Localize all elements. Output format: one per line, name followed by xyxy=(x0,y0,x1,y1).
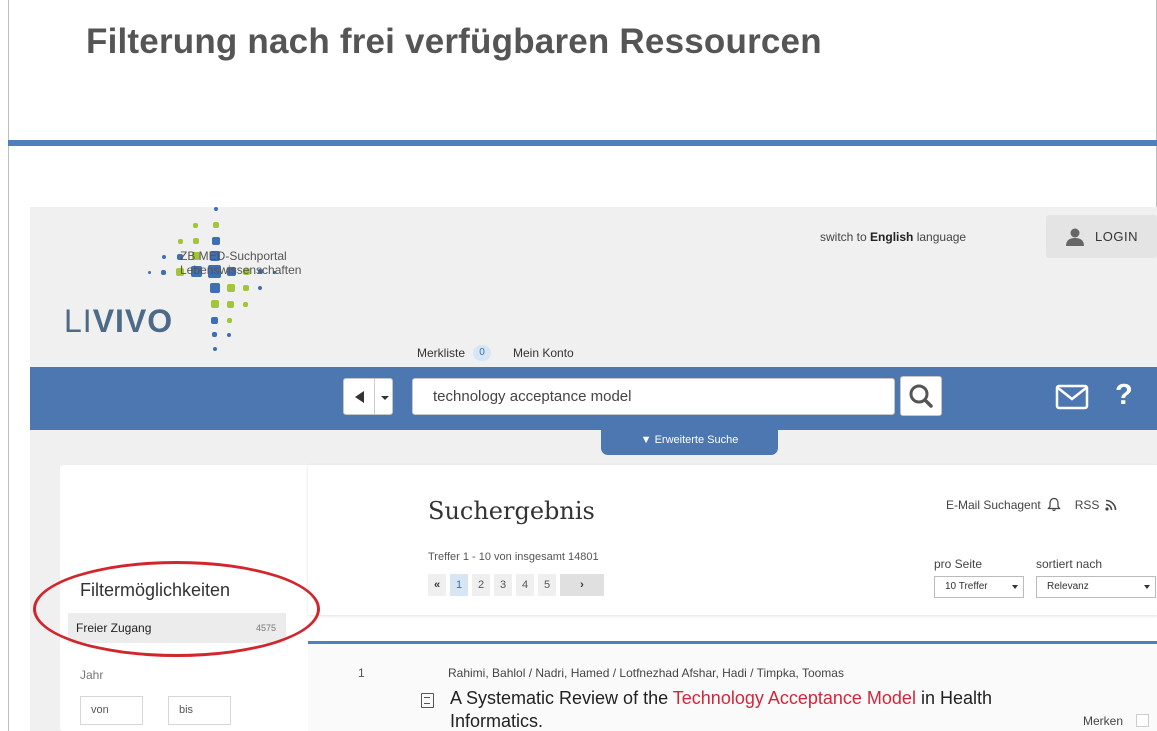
year-filter-label: Jahr xyxy=(80,668,104,682)
chevron-down-icon xyxy=(381,396,389,400)
record-number: 1 xyxy=(358,666,365,680)
search-history-dropdown[interactable] xyxy=(343,378,393,415)
account-nav: Merkliste 0 Mein Konto xyxy=(417,345,574,361)
slide-border-left xyxy=(8,0,9,731)
record-authors: Rahimi, Bahlol / Nadri, Hamed / Lotfnezh… xyxy=(448,666,844,680)
back-arrow-icon xyxy=(355,391,364,403)
pager-first[interactable]: « xyxy=(428,574,446,596)
help-button[interactable]: ? xyxy=(1115,379,1133,412)
slide-divider xyxy=(8,140,1157,146)
search-bar: technology acceptance model ? xyxy=(30,367,1157,430)
search-input[interactable]: technology acceptance model xyxy=(412,378,895,415)
livivo-screenshot: LIVIVO ZB MED-Suchportal Lebenswissensch… xyxy=(30,207,1157,731)
search-button[interactable] xyxy=(900,376,942,416)
filter-label: Freier Zugang xyxy=(76,621,152,635)
rss-link[interactable]: RSS xyxy=(1075,498,1100,512)
logo-dot xyxy=(148,271,151,274)
hit-count: Treffer 1 - 10 von insgesamt 14801 xyxy=(428,551,599,563)
results-header: Suchergebnis E-Mail Suchagent RSS Treffe… xyxy=(308,465,1157,615)
logo-dot xyxy=(210,283,220,293)
merken-label: Merken xyxy=(1082,714,1123,728)
year-to-input[interactable]: bis xyxy=(168,696,231,725)
logo-dot xyxy=(243,302,248,307)
logo-dot xyxy=(227,318,232,323)
mein-konto-link[interactable]: Mein Konto xyxy=(513,346,574,360)
logo-dot xyxy=(214,207,218,211)
email-agent-link[interactable]: E-Mail Suchagent xyxy=(946,498,1041,512)
site-header: LIVIVO ZB MED-Suchportal Lebenswissensch… xyxy=(30,207,1157,367)
pager-page[interactable]: 3 xyxy=(494,574,512,596)
divider xyxy=(374,379,375,414)
merkliste-link[interactable]: Merkliste xyxy=(417,346,465,360)
main-content: Filtermöglichkeiten Freier Zugang 4575 J… xyxy=(60,465,1157,731)
pager-page[interactable]: 2 xyxy=(472,574,490,596)
results-title: Suchergebnis xyxy=(428,497,595,525)
rss-icon[interactable] xyxy=(1105,499,1117,511)
logo-dot xyxy=(211,300,219,308)
per-page-select[interactable]: 10 Treffer xyxy=(934,576,1024,598)
year-from-input[interactable]: von xyxy=(80,696,143,725)
logo-dot xyxy=(227,284,235,292)
filter-heading: Filtermöglichkeiten xyxy=(80,580,231,600)
logo-dot xyxy=(211,317,218,324)
alert-links: E-Mail Suchagent RSS xyxy=(946,497,1117,512)
pager-page[interactable]: 4 xyxy=(516,574,534,596)
filter-count: 4575 xyxy=(255,623,276,633)
logo-dot xyxy=(193,223,198,228)
logo-dot xyxy=(178,239,183,244)
logo-dot xyxy=(193,238,199,244)
logo-dot xyxy=(212,332,217,337)
advanced-search-toggle[interactable]: ▼ Erweiterte Suche xyxy=(601,430,778,455)
merkliste-count-badge: 0 xyxy=(473,345,492,361)
bell-icon[interactable] xyxy=(1047,497,1061,512)
pager-page[interactable]: 1 xyxy=(450,574,468,596)
chevron-down-icon xyxy=(1144,585,1150,589)
language-switch-link[interactable]: switch to English language xyxy=(820,230,966,244)
mail-icon[interactable] xyxy=(1055,384,1089,410)
user-icon xyxy=(1066,228,1085,246)
title-text: A Systematic Review of the xyxy=(450,688,673,708)
slide-title: Filterung nach frei verfügbaren Ressourc… xyxy=(86,22,822,61)
logo-subtitle: ZB MED-Suchportal Lebenswissenschaften xyxy=(180,249,302,277)
result-record: 1 Rahimi, Bahlol / Nadri, Hamed / Lotfne… xyxy=(308,644,1157,731)
logo-dot xyxy=(161,270,166,275)
logo-dot xyxy=(227,301,234,308)
login-button[interactable]: LOGIN xyxy=(1046,215,1157,258)
logo-dot xyxy=(227,333,231,337)
sort-label: sortiert nach xyxy=(1036,557,1103,571)
logo-dot xyxy=(213,222,219,228)
document-icon xyxy=(421,693,434,708)
chevron-down-icon xyxy=(1012,585,1018,589)
search-icon xyxy=(909,384,933,408)
logo-dot xyxy=(243,285,249,291)
pager-next[interactable]: › xyxy=(560,574,604,596)
pager-page[interactable]: 5 xyxy=(538,574,556,596)
record-title-link[interactable]: A Systematic Review of the Technology Ac… xyxy=(450,687,1070,731)
logo-dot xyxy=(258,286,262,290)
logo-wordmark: LIVIVO xyxy=(64,303,174,339)
livivo-logo[interactable]: LIVIVO ZB MED-Suchportal Lebenswissensch… xyxy=(50,207,350,367)
logo-dot xyxy=(162,255,166,259)
logo-dot xyxy=(213,347,217,351)
logo-dot xyxy=(212,237,220,245)
per-page-label: pro Seite xyxy=(934,557,983,571)
title-highlight: Technology Acceptance Model xyxy=(672,688,916,708)
filter-free-access[interactable]: Freier Zugang 4575 xyxy=(68,613,286,643)
pagination: « 1 2 3 4 5 › xyxy=(428,573,608,597)
per-page-value: 10 Treffer xyxy=(945,581,988,592)
login-label: LOGIN xyxy=(1095,229,1138,244)
filter-sidebar: Filtermöglichkeiten Freier Zugang 4575 J… xyxy=(60,465,292,731)
merken-checkbox[interactable] xyxy=(1136,714,1149,727)
sort-select[interactable]: Relevanz xyxy=(1036,576,1156,598)
sort-value: Relevanz xyxy=(1047,581,1089,592)
